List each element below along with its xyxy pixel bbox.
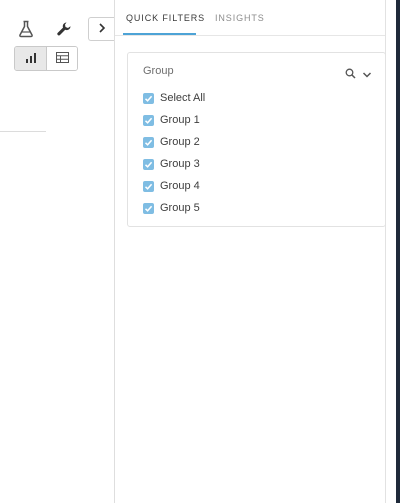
checkbox[interactable] (143, 92, 154, 104)
option-group-4[interactable]: Group 4 (143, 178, 200, 194)
option-group-3[interactable]: Group 3 (143, 156, 200, 172)
checkbox[interactable] (143, 180, 154, 192)
chevron-right-icon (98, 20, 106, 38)
filters-panel: QUICK FILTERS INSIGHTS Group Select All … (114, 0, 386, 503)
table-view-button[interactable] (46, 47, 77, 70)
window-edge-bar (396, 0, 400, 503)
option-label: Group 2 (160, 136, 200, 148)
option-label: Group 1 (160, 114, 200, 126)
group-filter-card: Group Select All Group 1 Group 2 Group 3… (127, 52, 386, 227)
tab-insights[interactable]: INSIGHTS (215, 13, 265, 23)
checkbox[interactable] (143, 136, 154, 148)
option-group-5[interactable]: Group 5 (143, 200, 200, 216)
option-label: Group 4 (160, 180, 200, 192)
active-tab-indicator (123, 33, 196, 35)
wrench-icon[interactable] (56, 21, 72, 37)
chevron-down-icon[interactable] (362, 67, 372, 78)
flask-icon[interactable] (18, 20, 34, 38)
bar-chart-icon (25, 50, 37, 68)
option-label: Group 3 (160, 158, 200, 170)
checkbox[interactable] (143, 202, 154, 214)
chart-view-button[interactable] (15, 47, 46, 70)
checkbox[interactable] (143, 158, 154, 170)
left-toolbar (0, 0, 114, 503)
search-icon[interactable] (345, 66, 356, 79)
option-label: Group 5 (160, 202, 200, 214)
option-group-1[interactable]: Group 1 (143, 112, 200, 128)
divider (0, 131, 46, 132)
option-label: Select All (160, 92, 206, 104)
checkbox[interactable] (143, 114, 154, 126)
option-select-all[interactable]: Select All (143, 90, 205, 106)
view-toggle (14, 46, 78, 71)
expand-panel-button[interactable] (88, 17, 114, 41)
table-icon (55, 50, 69, 68)
tab-quick-filters[interactable]: QUICK FILTERS (126, 13, 205, 23)
panel-tabs: QUICK FILTERS INSIGHTS (115, 0, 386, 36)
filter-title: Group (143, 65, 174, 77)
option-group-2[interactable]: Group 2 (143, 134, 200, 150)
